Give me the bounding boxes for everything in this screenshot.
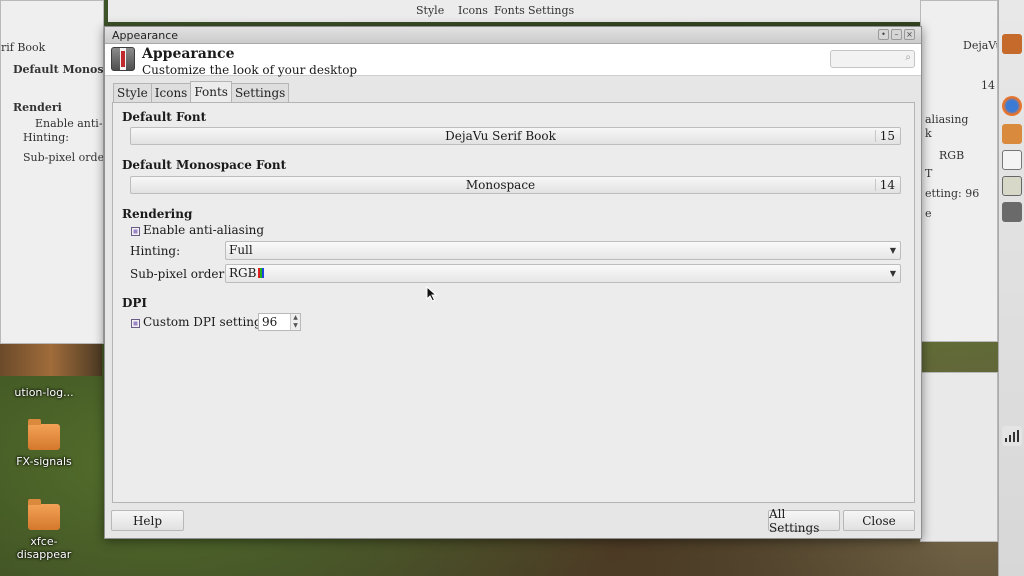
default-font-button[interactable]: DejaVu Serif Book 15 — [130, 127, 901, 145]
header-subtitle: Customize the look of your desktop — [142, 63, 358, 77]
image-viewer-icon[interactable] — [1002, 176, 1022, 196]
folder-icon — [28, 499, 60, 530]
bg-left-text: Hinting: — [23, 131, 69, 144]
antialias-label[interactable]: Enable anti-aliasing — [143, 223, 264, 237]
default-font-name: DejaVu Serif Book — [445, 129, 556, 143]
appearance-app-icon — [111, 47, 135, 71]
window-controls: • – × — [878, 29, 915, 40]
bg-right-text: T — [925, 167, 933, 180]
tab-bar: Style Icons Fonts Settings — [113, 81, 290, 102]
monospace-font-name: Monospace — [465, 178, 536, 192]
custom-dpi-label[interactable]: Custom DPI setting: — [143, 315, 266, 329]
folder-icon[interactable] — [1002, 124, 1022, 144]
rendering-heading: Rendering — [122, 207, 193, 221]
close-icon[interactable]: × — [904, 29, 915, 40]
tab-style[interactable]: Style — [113, 83, 152, 102]
default-font-heading: Default Font — [122, 110, 207, 124]
dropdown-arrow-icon: ▼ — [889, 246, 896, 255]
bg-tab-icons: Icons — [458, 4, 488, 17]
side-panel — [998, 0, 1024, 576]
dpi-heading: DPI — [122, 296, 148, 310]
desktop-icon-ution-log[interactable]: ution-log... — [4, 386, 84, 399]
tab-icons[interactable]: Icons — [150, 83, 192, 102]
bg-right-text: DejaVu — [963, 39, 997, 52]
custom-dpi-checkbox[interactable] — [131, 319, 140, 328]
antialias-checkbox[interactable] — [131, 227, 140, 236]
background-window-left: rif Book Default Monos Renderi Enable an… — [0, 0, 104, 344]
desktop-icon-label: xfce-disappear — [16, 535, 72, 561]
bg-left-text: Default Monos — [13, 63, 104, 76]
hinting-value: Full — [229, 243, 253, 257]
subpixel-label: Sub-pixel order: — [130, 267, 229, 281]
subpixel-order-select[interactable]: RGB ▼ — [225, 264, 901, 283]
monospace-font-size: 14 — [879, 178, 895, 192]
window-title: Appearance — [112, 28, 179, 42]
monospace-font-button[interactable]: Monospace 14 — [130, 176, 901, 194]
dialog-header: Appearance Customize the look of your de… — [105, 44, 921, 77]
hinting-select[interactable]: Full ▼ — [225, 241, 901, 260]
desktop-icon-fx-signals[interactable]: FX-signals — [4, 419, 84, 468]
bg-right-text: e — [925, 207, 932, 220]
mouse-cursor-icon — [426, 286, 438, 302]
desktop-icon-xfce-disappear[interactable]: xfce-disappear — [4, 499, 84, 561]
bg-tab-settings: Settings — [528, 4, 575, 17]
close-button[interactable]: Close — [843, 510, 915, 531]
settings-search-input[interactable]: ⌕ — [830, 50, 915, 68]
bg-right-text: RGB — [939, 149, 965, 162]
bg-left-text: Enable anti-a — [35, 117, 104, 130]
bg-left-text: Renderi — [13, 101, 62, 114]
background-window-right: DejaVu 14 aliasing k RGB T etting: 96 e — [920, 0, 998, 342]
terminal-icon[interactable] — [1002, 150, 1022, 170]
minimize-icon[interactable]: – — [891, 29, 902, 40]
dpi-spinbutton[interactable]: 96 ▲ ▼ — [258, 313, 301, 331]
rgb-swatch-icon — [258, 268, 265, 278]
tab-fonts[interactable]: Fonts — [190, 81, 232, 102]
bg-left-text: rif Book — [1, 41, 46, 54]
signal-bars-icon[interactable] — [1002, 426, 1022, 446]
all-settings-button[interactable]: All Settings — [768, 507, 840, 535]
subpixel-value: RGB — [229, 266, 257, 280]
firefox-icon[interactable] — [1002, 96, 1022, 116]
hinting-label: Hinting: — [130, 244, 181, 258]
bg-right-text: 14 — [981, 79, 995, 92]
bg-right-text: k — [925, 127, 932, 140]
appearance-icon[interactable] — [1002, 202, 1022, 222]
app-launcher-icon[interactable] — [1002, 34, 1022, 54]
default-font-size: 15 — [879, 129, 895, 143]
tab-settings[interactable]: Settings — [230, 83, 290, 102]
monospace-font-heading: Default Monospace Font — [122, 158, 287, 172]
desktop-icon-label: FX-signals — [16, 455, 72, 468]
desktop-icon-label: ution-log... — [14, 386, 74, 399]
bg-left-text: Sub-pixel order — [23, 151, 104, 164]
help-button[interactable]: Help — [111, 510, 184, 531]
bg-tab-style: Style — [416, 4, 445, 17]
header-title: Appearance — [142, 46, 235, 62]
background-window-right-lower — [920, 372, 998, 542]
bg-right-text: etting: 96 — [925, 187, 980, 200]
menu-icon[interactable]: • — [878, 29, 889, 40]
fonts-tab-content: Default Font DejaVu Serif Book 15 Defaul… — [112, 102, 915, 503]
background-window-top: Style Icons Fonts Settings — [108, 0, 920, 22]
window-titlebar[interactable]: Appearance — [105, 27, 921, 44]
bg-tab-fonts: Fonts — [494, 4, 525, 17]
folder-icon — [28, 419, 60, 450]
background-image-strip — [0, 344, 102, 376]
bg-right-text: aliasing — [925, 113, 969, 126]
search-icon: ⌕ — [905, 52, 911, 63]
dpi-value: 96 — [262, 315, 278, 329]
appearance-window: Appearance • – × Appearance Customize th… — [104, 26, 922, 539]
dropdown-arrow-icon: ▼ — [889, 269, 896, 278]
spin-arrows-icon[interactable]: ▲ ▼ — [290, 314, 300, 330]
